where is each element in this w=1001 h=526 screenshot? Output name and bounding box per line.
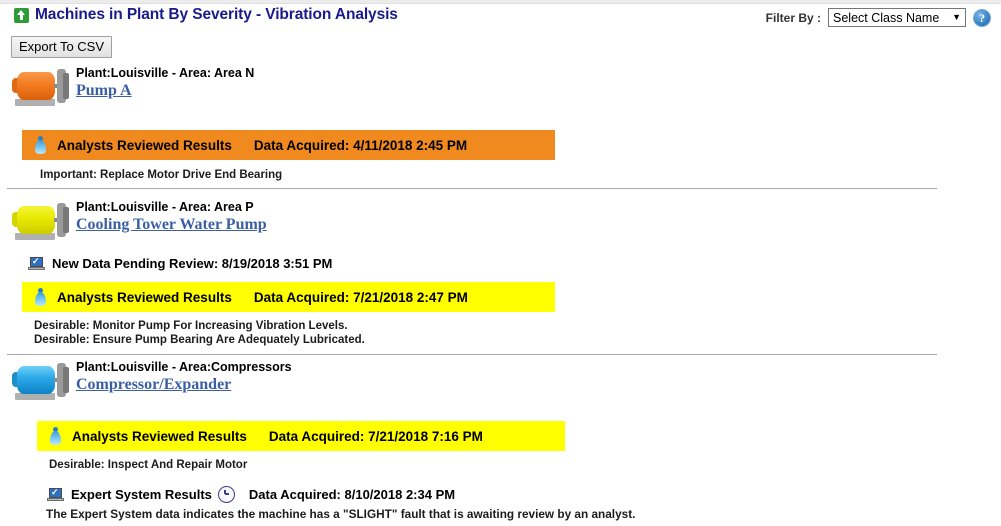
monitor-check-icon: ✓ <box>47 487 64 502</box>
page-title: Machines in Plant By Severity - Vibratio… <box>35 6 398 23</box>
recommendation-item: Desirable: Ensure Pump Bearing Are Adequ… <box>34 334 365 346</box>
status-banner-label: Analysts Reviewed Results <box>72 428 247 444</box>
machine-header: Plant:Louisville - Area: Area N Pump A <box>0 64 1001 110</box>
monitor-check-icon: ✓ <box>28 256 45 271</box>
class-name-select[interactable]: Select Class Name ▼ <box>828 8 966 27</box>
machine-header: Plant:Louisville - Area:Compressors Comp… <box>0 358 1001 404</box>
recommendation-item: Important: Replace Motor Drive End Beari… <box>40 169 283 181</box>
status-banner-label: Analysts Reviewed Results <box>57 289 232 305</box>
analyst-icon <box>34 287 47 307</box>
plant-area-label: Plant:Louisville - Area: Area P <box>76 200 254 214</box>
page-title-wrap: Machines in Plant By Severity - Vibratio… <box>14 6 398 24</box>
machine-section-compressor-expander: Plant:Louisville - Area:Compressors Comp… <box>0 358 1001 521</box>
machine-section-cooling-tower-water-pump: Plant:Louisville - Area: Area P Cooling … <box>0 198 1001 355</box>
machine-text: Plant:Louisville - Area: Area N Pump A <box>76 66 254 100</box>
status-banner-analysts-reviewed[interactable]: Analysts Reviewed Results Data Acquired:… <box>37 421 565 451</box>
machine-name-link[interactable]: Pump A <box>76 82 132 100</box>
machine-text: Plant:Louisville - Area:Compressors Comp… <box>76 360 292 394</box>
analyst-icon <box>34 135 47 155</box>
motor-icon-orange <box>11 66 73 108</box>
plant-area-label: Plant:Louisville - Area:Compressors <box>76 360 292 374</box>
expert-system-results-row[interactable]: ✓ Expert System Results Data Acquired: 8… <box>47 486 455 503</box>
machine-name-link[interactable]: Cooling Tower Water Pump <box>76 216 267 234</box>
export-to-csv-button[interactable]: Export To CSV <box>11 36 113 58</box>
section-divider <box>7 354 937 355</box>
recommendation-item: Desirable: Inspect And Repair Motor <box>49 459 248 471</box>
status-banner-acquired: Data Acquired: 7/21/2018 2:47 PM <box>253 289 468 305</box>
filter-by-label: Filter By : <box>765 10 821 25</box>
filter-controls: Filter By : Select Class Name ▼ ? <box>766 8 991 27</box>
section-divider <box>7 188 937 189</box>
analyst-icon <box>49 426 62 446</box>
class-name-select-value: Select Class Name <box>833 10 940 25</box>
expert-system-acquired: Data Acquired: 8/10/2018 2:34 PM <box>248 487 456 502</box>
status-banner-analysts-reviewed[interactable]: Analysts Reviewed Results Data Acquired:… <box>22 282 555 312</box>
new-data-pending-text: New Data Pending Review: 8/19/2018 3:51 … <box>52 256 333 271</box>
expert-system-description: The Expert System data indicates the mac… <box>46 507 636 521</box>
machine-header: Plant:Louisville - Area: Area P Cooling … <box>0 198 1001 244</box>
motor-icon-yellow <box>11 200 73 242</box>
expert-system-label: Expert System Results <box>71 487 212 502</box>
status-banner-acquired: Data Acquired: 4/11/2018 2:45 PM <box>253 137 468 153</box>
status-banner-label: Analysts Reviewed Results <box>57 137 232 153</box>
status-banner-analysts-reviewed[interactable]: Analysts Reviewed Results Data Acquired:… <box>22 130 555 160</box>
motor-icon-blue <box>11 360 73 402</box>
plant-area-label: Plant:Louisville - Area: Area N <box>76 66 255 80</box>
status-banner-acquired: Data Acquired: 7/21/2018 7:16 PM <box>268 428 483 444</box>
machine-section-pump-a: Plant:Louisville - Area: Area N Pump A A… <box>0 64 1001 189</box>
up-arrow-icon[interactable] <box>14 7 29 23</box>
chevron-down-icon: ▼ <box>952 12 961 22</box>
machine-name-link[interactable]: Compressor/Expander <box>76 376 231 394</box>
recommendation-item: Desirable: Monitor Pump For Increasing V… <box>34 320 348 332</box>
clock-icon <box>217 486 235 503</box>
help-icon[interactable]: ? <box>973 8 991 27</box>
new-data-pending-row[interactable]: ✓ New Data Pending Review: 8/19/2018 3:5… <box>28 256 332 271</box>
page-header: Machines in Plant By Severity - Vibratio… <box>0 4 1001 32</box>
machine-text: Plant:Louisville - Area: Area P Cooling … <box>76 200 267 234</box>
